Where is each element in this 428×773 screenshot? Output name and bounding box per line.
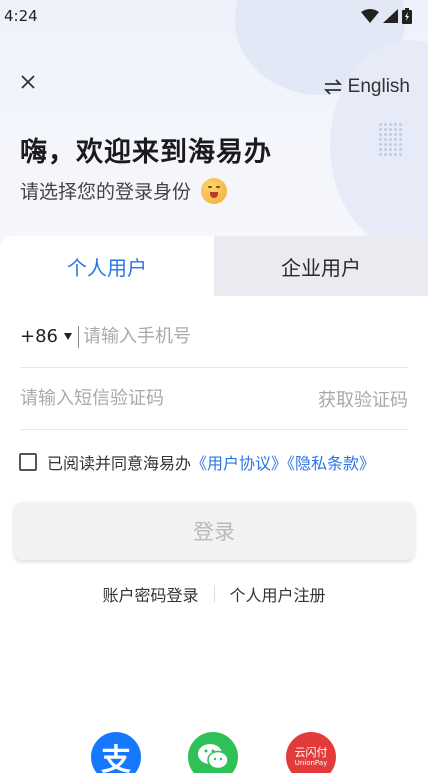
alipay-login-button[interactable]: 支 (91, 732, 141, 773)
country-code-select[interactable]: +86 (20, 326, 72, 347)
text-cursor (78, 325, 79, 348)
wifi-icon (361, 9, 379, 23)
tab-enterprise-user[interactable]: 企业用户 (214, 236, 428, 296)
phone-row: +86 (20, 306, 408, 368)
language-label: English (347, 76, 410, 97)
wechat-icon (198, 744, 229, 770)
unionpay-sub-label: UnionPay (294, 759, 328, 767)
unionpay-login-button[interactable]: 云闪付 UnionPay (286, 732, 336, 773)
sms-code-row: 获取验证码 (20, 368, 408, 430)
agreement-text: 已阅读并同意海易办 (47, 454, 192, 473)
get-code-button[interactable]: 获取验证码 (318, 386, 408, 412)
signal-icon (383, 9, 398, 23)
smile-emoji-icon (201, 177, 228, 204)
close-icon (21, 75, 35, 89)
alt-links: 账户密码登录 个人用户注册 (0, 582, 428, 606)
divider (213, 585, 215, 603)
login-card: 个人用户 企业用户 +86 获取验证码 已阅读并同意海易办《用户协议》《隐私条款… (0, 236, 428, 773)
alipay-icon: 支 (101, 743, 131, 773)
agreement-row: 已阅读并同意海易办《用户协议》《隐私条款》 (19, 450, 375, 474)
privacy-policy-link[interactable]: 《隐私条款》 (287, 454, 375, 473)
close-button[interactable] (14, 68, 42, 96)
user-agreement-link[interactable]: 《用户协议》 (191, 454, 287, 473)
status-bar: 4:24 (0, 0, 428, 32)
page-subtitle: 请选择您的登录身份 (20, 177, 228, 204)
battery-icon (402, 8, 412, 24)
country-code: +86 (20, 326, 58, 347)
wechat-login-button[interactable] (188, 732, 238, 773)
subtitle-text: 请选择您的登录身份 (20, 181, 192, 203)
phone-input[interactable] (83, 326, 343, 347)
decorative-dots (378, 122, 402, 156)
password-login-link[interactable]: 账户密码登录 (102, 582, 198, 606)
sms-code-input[interactable] (20, 388, 260, 409)
language-switch-button[interactable]: English (323, 74, 410, 100)
user-type-tabs: 个人用户 企业用户 (0, 236, 428, 296)
tab-personal-user[interactable]: 个人用户 (0, 236, 214, 296)
page-title: 嗨，欢迎来到海易办 (20, 137, 272, 168)
caret-down-icon (64, 333, 72, 340)
login-button[interactable]: 登录 (14, 502, 414, 560)
agreement-checkbox[interactable] (19, 453, 37, 471)
unionpay-label: 云闪付 (294, 746, 328, 759)
register-link[interactable]: 个人用户注册 (230, 582, 326, 606)
status-time: 4:24 (4, 7, 38, 25)
swap-icon (323, 79, 342, 95)
